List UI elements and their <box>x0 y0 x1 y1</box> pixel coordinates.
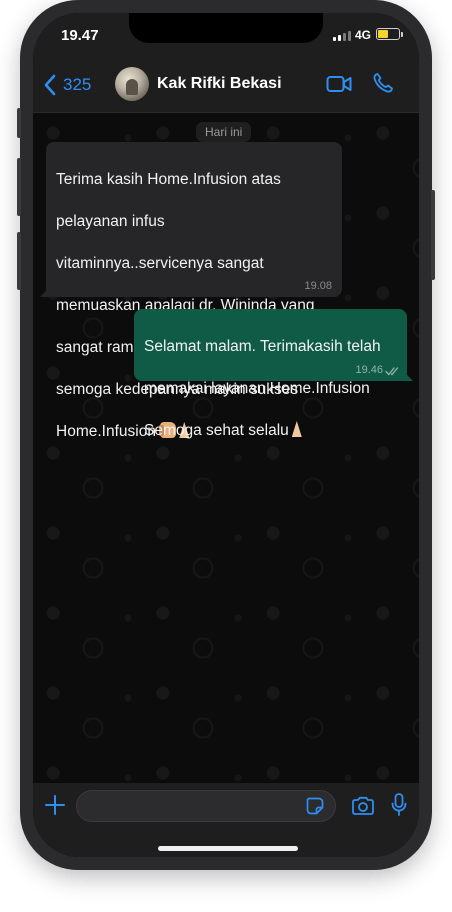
network-type: 4G <box>355 28 372 42</box>
chevron-left-icon <box>44 74 56 96</box>
avatar[interactable] <box>115 67 149 101</box>
signal-icon <box>333 31 353 41</box>
message-time: 19.46 <box>355 364 383 376</box>
message-line: Terima kasih Home.Infusion atas <box>56 171 281 188</box>
battery-level-fill <box>378 30 388 38</box>
read-ticks-icon <box>385 367 399 376</box>
camera-icon[interactable] <box>351 796 375 816</box>
chat-header: 325 Kak Rifki Bekasi <box>33 57 419 113</box>
incoming-message[interactable]: Terima kasih Home.Infusion atas pelayana… <box>40 142 342 440</box>
message-time: 19.08 <box>304 280 332 292</box>
message-line: Home.Infusion <box>56 423 156 440</box>
chat-area[interactable]: Hari ini Terima kasih Home.Infusion atas… <box>33 113 419 783</box>
power-button <box>431 190 435 280</box>
phone-icon[interactable] <box>372 72 394 94</box>
bubble-tail <box>40 285 52 297</box>
plus-icon[interactable] <box>45 795 65 815</box>
video-camera-icon[interactable] <box>326 74 352 94</box>
message-line: memakai layanan Home.Infusion <box>144 380 370 397</box>
message-line: vitaminnya..servicenya sangat <box>56 255 264 272</box>
date-label: Hari ini <box>196 122 252 142</box>
folded-hands-emoji <box>289 421 305 438</box>
message-input-bar <box>33 783 419 857</box>
volume-down-button <box>17 232 21 290</box>
message-text: Selamat malam. Terimakasih telah memakai… <box>144 315 397 462</box>
bubble-tail <box>401 369 413 381</box>
message-line: Semoga sehat selalu <box>144 422 289 439</box>
microphone-icon[interactable] <box>391 793 407 817</box>
status-time: 19.47 <box>61 27 99 44</box>
contact-name[interactable]: Kak Rifki Bekasi <box>157 75 282 93</box>
home-indicator[interactable] <box>158 846 298 851</box>
message-line: Selamat malam. Terimakasih telah <box>144 338 381 355</box>
phone-screen: 19.47 4G 325 Kak Rifki Bekasi Hari ini T… <box>33 13 419 857</box>
back-button[interactable]: 325 <box>43 72 91 98</box>
battery-tip <box>401 32 403 37</box>
battery-icon <box>376 28 400 40</box>
mute-switch <box>17 108 21 138</box>
notch <box>129 13 323 43</box>
outgoing-message[interactable]: Selamat malam. Terimakasih telah memakai… <box>134 309 413 439</box>
message-input[interactable] <box>76 790 336 822</box>
message-line: pelayanan infus <box>56 213 165 230</box>
volume-up-button <box>17 158 21 216</box>
unread-count: 325 <box>63 75 92 94</box>
sticker-icon[interactable] <box>306 797 324 815</box>
